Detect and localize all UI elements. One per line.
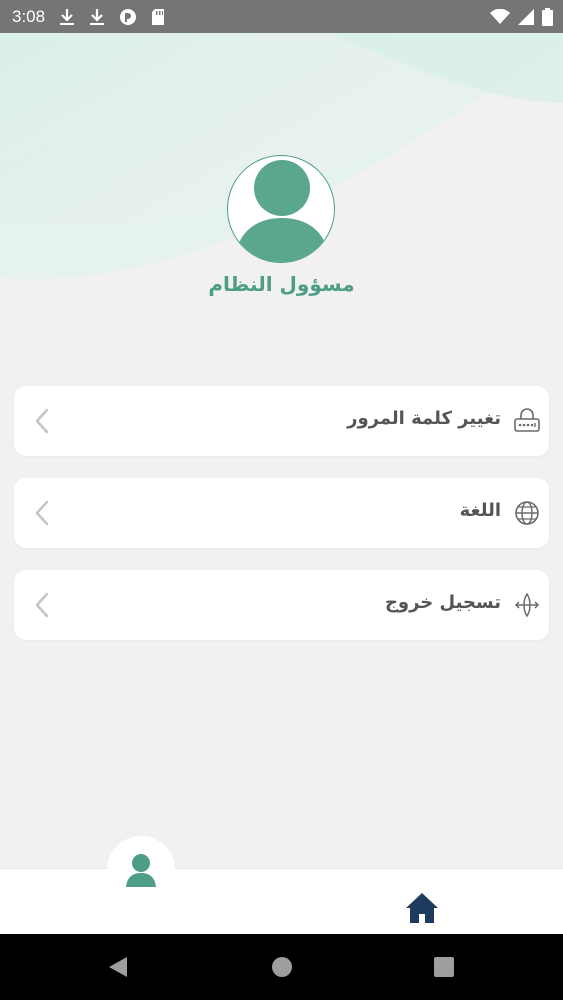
sd-card-icon: [151, 8, 165, 26]
back-icon[interactable]: [107, 956, 129, 978]
wifi-icon: [490, 8, 510, 25]
change-password-item[interactable]: تغيير كلمة المرور: [14, 386, 549, 456]
recent-apps-icon[interactable]: [434, 957, 454, 977]
home-button-icon[interactable]: [271, 956, 293, 978]
download-icon: [59, 8, 75, 26]
chevron-left-icon: [35, 500, 49, 526]
chevron-left-icon: [35, 592, 49, 618]
password-icon: [514, 408, 540, 432]
status-bar: 3:08: [0, 0, 563, 33]
profile-icon: [126, 854, 156, 887]
logout-icon: [514, 592, 540, 618]
logout-label: تسجيل خروج: [384, 592, 501, 613]
globe-icon: [515, 501, 539, 525]
change-password-label: تغيير كلمة المرور: [347, 408, 501, 429]
status-time: 3:08: [12, 6, 46, 26]
avatar: [227, 155, 335, 263]
user-name: مسؤول النظام: [208, 272, 355, 296]
chevron-left-icon: [35, 408, 49, 434]
language-item[interactable]: اللغة: [14, 478, 549, 548]
battery-icon: [542, 7, 553, 26]
bottom-nav: [0, 868, 563, 935]
profile-tab[interactable]: [107, 836, 175, 904]
download-icon: [89, 8, 105, 26]
user-icon: [234, 160, 330, 262]
logout-item[interactable]: تسجيل خروج: [14, 570, 549, 640]
app-notification-icon: [119, 8, 137, 26]
home-icon[interactable]: [404, 891, 440, 925]
signal-icon: [518, 8, 534, 25]
language-label: اللغة: [459, 500, 501, 521]
